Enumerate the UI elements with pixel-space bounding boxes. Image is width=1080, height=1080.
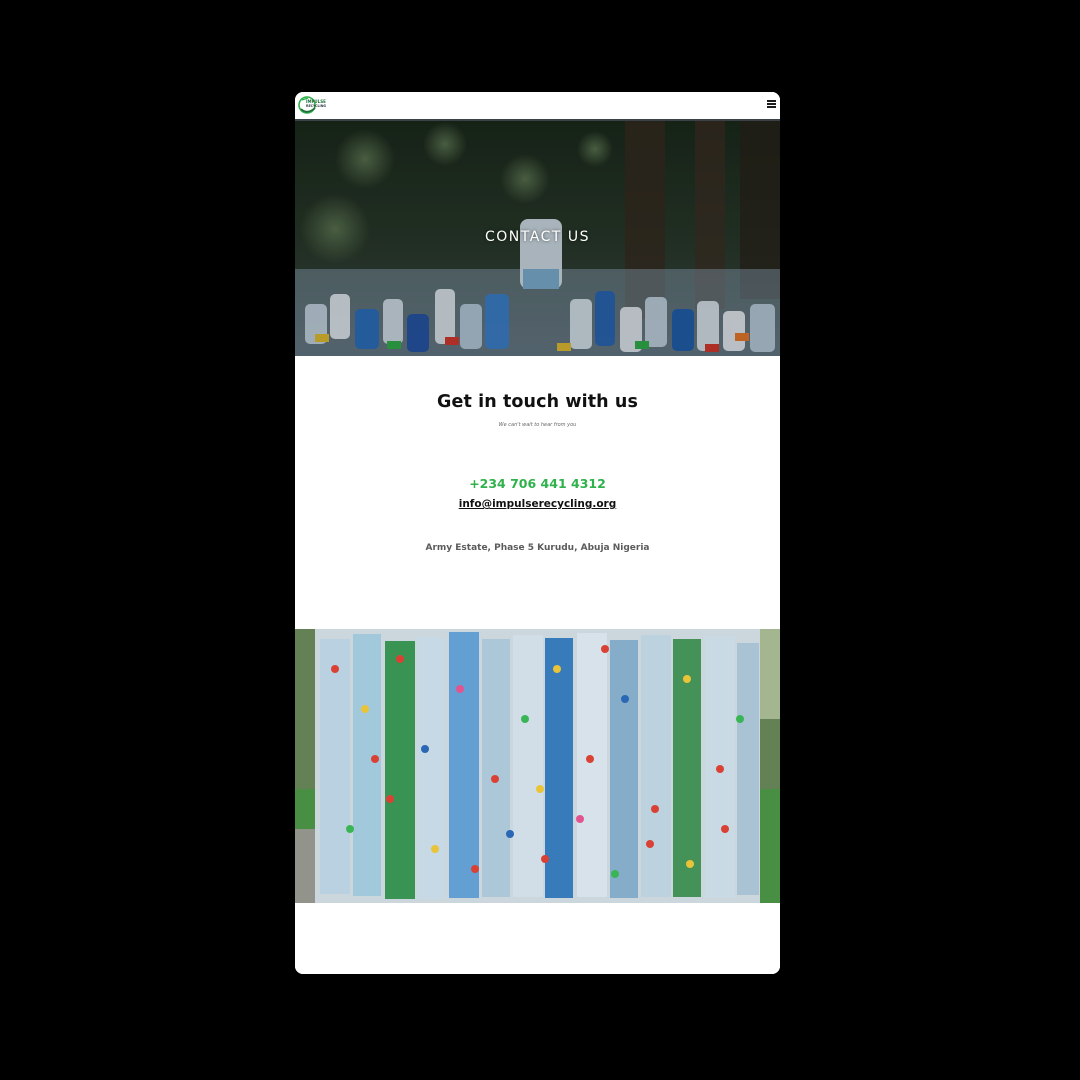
hamburger-menu-icon[interactable] — [767, 100, 777, 110]
logo-subtext: RECYCLING — [306, 104, 327, 109]
hero-banner: CONTACT US — [295, 119, 780, 356]
phone-link[interactable]: +234 706 441 4312 — [295, 476, 780, 491]
site-header: IMPULSE RECYCLING — [295, 92, 780, 121]
page-title: CONTACT US — [485, 229, 590, 245]
address-text: Army Estate, Phase 5 Kurudu, Abuja Niger… — [425, 543, 650, 553]
site-logo[interactable]: IMPULSE RECYCLING — [298, 95, 330, 115]
compressed-bottles-image — [295, 629, 780, 903]
footer-area — [295, 903, 780, 974]
contact-section: Get in touch with us We can't wait to he… — [295, 356, 780, 629]
logo-wordmark: IMPULSE — [306, 99, 326, 104]
phone-screen: IMPULSE RECYCLING CONTACT US Get in touc… — [295, 92, 780, 974]
bale-of-bottles-illustration — [295, 629, 780, 903]
contact-heading: Get in touch with us — [437, 392, 638, 412]
contact-subheading: We can't wait to hear from you — [498, 422, 577, 428]
email-link[interactable]: info@impulserecycling.org — [295, 498, 780, 510]
